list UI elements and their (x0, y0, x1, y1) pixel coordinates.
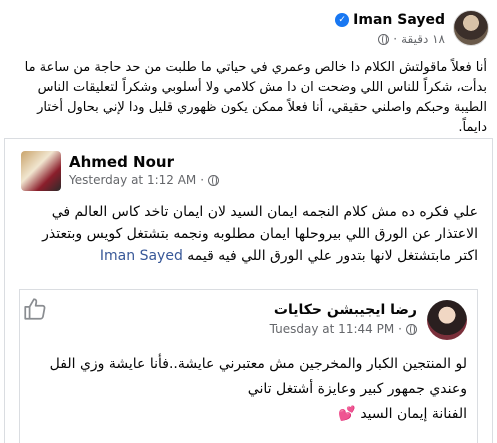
avatar[interactable] (21, 151, 61, 191)
shared-post-body: علي فكره ده مش كلام النجمه ايمان السيد ل… (21, 201, 478, 267)
post-author[interactable]: Iman Sayed ✓ (335, 12, 445, 28)
quoted-post-body: لو المنتجين الكبار والمخرجين مش معتبرني … (30, 352, 467, 427)
quoted-post-signature-line: الفنانة إيمان السيد 💕 (30, 402, 467, 427)
shared-post-card[interactable]: Ahmed Nour Yesterday at 1:12 AM · علي فك… (4, 138, 493, 443)
globe-icon[interactable] (378, 33, 390, 45)
shared-post-header: Ahmed Nour Yesterday at 1:12 AM · (21, 151, 476, 191)
post-author-name[interactable]: Iman Sayed (353, 12, 445, 28)
meta-separator: · (200, 173, 205, 187)
quoted-post-meta: Tuesday at 11:44 PM · (270, 322, 417, 336)
quoted-post-card[interactable]: رضا ايجيبشن حكايات Tuesday at 11:44 PM ·… (19, 289, 478, 443)
quoted-post-signature: الفنانة إيمان السيد (360, 406, 467, 422)
verified-badge-icon: ✓ (335, 13, 350, 27)
shared-post-timestamp[interactable]: Yesterday at 1:12 AM (69, 173, 196, 187)
quoted-post-text: لو المنتجين الكبار والمخرجين مش معتبرني … (49, 356, 467, 397)
post-meta: ١٨ دقيقة · (378, 32, 445, 46)
post-timestamp[interactable]: ١٨ دقيقة (401, 32, 445, 46)
quoted-post-header: رضا ايجيبشن حكايات Tuesday at 11:44 PM · (30, 300, 467, 342)
like-icon[interactable] (22, 296, 48, 322)
meta-separator: · (398, 322, 402, 336)
main-post-header: Iman Sayed ✓ ١٨ دقيقة · (8, 10, 489, 52)
mention-link[interactable]: Iman Sayed (100, 248, 183, 264)
post-body: أنا فعلاً ماقولتش الكلام دا خالص وعمري ف… (24, 60, 487, 135)
shared-post-author[interactable]: Ahmed Nour (69, 153, 174, 171)
meta-separator: · (393, 32, 398, 46)
quoted-post-timestamp[interactable]: Tuesday at 11:44 PM (270, 322, 395, 336)
globe-icon[interactable] (406, 323, 417, 335)
shared-post-meta: Yesterday at 1:12 AM · (69, 173, 220, 187)
globe-icon[interactable] (208, 174, 220, 186)
avatar[interactable] (453, 10, 489, 46)
heart-emoji-icon: 💕 (338, 406, 356, 422)
avatar[interactable] (427, 300, 467, 340)
quoted-post-author[interactable]: رضا ايجيبشن حكايات (274, 302, 417, 318)
